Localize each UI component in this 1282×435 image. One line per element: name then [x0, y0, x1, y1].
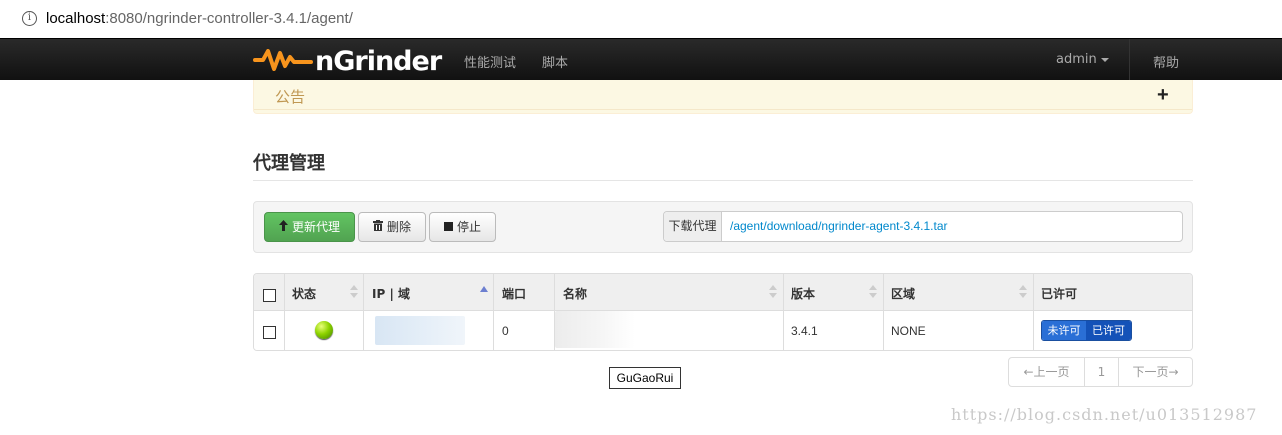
download-agent-group: 下载代理 /agent/download/ngrinder-agent-3.4.…	[663, 211, 1183, 242]
user-menu[interactable]: admin	[1056, 52, 1109, 67]
update-agent-button[interactable]: 更新代理	[264, 212, 355, 242]
browser-address-bar[interactable]: i localhost:8080/ngrinder-controller-3.4…	[0, 0, 1282, 38]
stop-label: 停止	[456, 220, 481, 234]
approval-toggle[interactable]: 未许可 已许可	[1041, 320, 1132, 341]
column-divider	[284, 274, 285, 310]
watermark: https://blog.csdn.net/u013512987	[951, 405, 1258, 424]
stop-button[interactable]: 停止	[429, 212, 496, 242]
arrow-up-icon	[278, 214, 288, 242]
table-header: 状态 IP | 域 端口 名称 版本 区域 已许可	[254, 274, 1192, 311]
stop-icon	[443, 214, 453, 242]
url-path: :8080/ngrinder-controller-3.4.1/agent/	[105, 10, 353, 27]
nav-divider	[1129, 39, 1130, 81]
row-checkbox[interactable]	[263, 326, 276, 339]
pagination: ←上一页 1 下一页→	[1008, 357, 1193, 387]
column-divider	[284, 311, 285, 350]
status-green-icon	[315, 321, 333, 339]
table-row: 0 3.4.1 NONE 未许可 已许可	[254, 311, 1192, 350]
cell-region: NONE	[891, 324, 926, 338]
header-port[interactable]: 端口	[502, 285, 526, 302]
page-number-1[interactable]: 1	[1085, 358, 1118, 386]
url-host: localhost	[46, 10, 106, 27]
header-approved[interactable]: 已许可	[1041, 285, 1077, 302]
agent-table: 状态 IP | 域 端口 名称 版本 区域 已许可 0 3.4.1 NONE 未…	[253, 273, 1193, 351]
download-agent-label: 下载代理	[664, 212, 722, 241]
page-title: 代理管理	[253, 153, 325, 174]
sort-icon[interactable]	[769, 285, 777, 301]
announcement-divider	[254, 109, 1192, 110]
brand-name: nGrinder	[315, 46, 442, 77]
announcement-panel: 公告 +	[253, 80, 1193, 114]
delete-button[interactable]: 删除	[358, 212, 426, 242]
column-divider	[363, 274, 364, 310]
column-divider	[554, 274, 555, 310]
logo-wave-icon	[253, 49, 313, 71]
nav-script[interactable]: 脚本	[542, 52, 568, 71]
column-divider	[783, 274, 784, 310]
cell-version: 3.4.1	[791, 324, 818, 338]
column-divider	[883, 311, 884, 350]
next-page-button[interactable]: 下一页→	[1119, 358, 1192, 386]
sort-icon[interactable]	[869, 285, 877, 301]
column-divider	[783, 311, 784, 350]
chevron-down-icon	[1100, 57, 1109, 62]
tooltip: GuGaoRui	[609, 367, 681, 389]
column-divider	[1033, 274, 1034, 310]
trash-icon	[372, 214, 383, 242]
download-agent-link[interactable]: /agent/download/ngrinder-agent-3.4.1.tar	[730, 219, 947, 233]
header-region[interactable]: 区域	[891, 285, 915, 302]
agent-toolbar: 更新代理 删除 停止 下载代理 /agent/download/ngrinder…	[253, 201, 1193, 253]
top-navbar: nGrinder 性能测试 脚本 admin 帮助	[0, 38, 1282, 81]
column-divider	[363, 311, 364, 350]
select-all-checkbox[interactable]	[263, 289, 276, 302]
prev-page-button[interactable]: ←上一页	[1009, 358, 1084, 386]
column-divider	[883, 274, 884, 310]
name-redacted	[555, 311, 635, 348]
ip-redacted	[375, 316, 465, 345]
title-divider	[253, 180, 1193, 181]
column-divider	[1033, 311, 1034, 350]
header-version[interactable]: 版本	[791, 285, 815, 302]
user-name: admin	[1056, 52, 1097, 67]
header-status[interactable]: 状态	[292, 285, 316, 302]
toggle-approved[interactable]: 已许可	[1086, 321, 1131, 340]
nav-performance-test[interactable]: 性能测试	[464, 52, 516, 71]
sort-icon[interactable]	[350, 285, 358, 301]
toggle-unapproved[interactable]: 未许可	[1042, 321, 1086, 340]
cell-port: 0	[502, 324, 509, 338]
column-divider	[493, 274, 494, 310]
sort-icon[interactable]	[1019, 285, 1027, 301]
column-divider	[493, 311, 494, 350]
url-text[interactable]: localhost:8080/ngrinder-controller-3.4.1…	[46, 10, 353, 27]
expand-plus-icon[interactable]: +	[1157, 84, 1169, 107]
delete-label: 删除	[386, 220, 411, 234]
update-agent-label: 更新代理	[291, 220, 340, 234]
announcement-title: 公告	[275, 88, 306, 106]
nav-help[interactable]: 帮助	[1153, 52, 1179, 71]
site-info-icon[interactable]: i	[22, 11, 37, 26]
header-ip[interactable]: IP | 域	[372, 285, 410, 302]
header-name[interactable]: 名称	[563, 285, 587, 302]
sort-ascending-icon[interactable]	[480, 286, 488, 292]
